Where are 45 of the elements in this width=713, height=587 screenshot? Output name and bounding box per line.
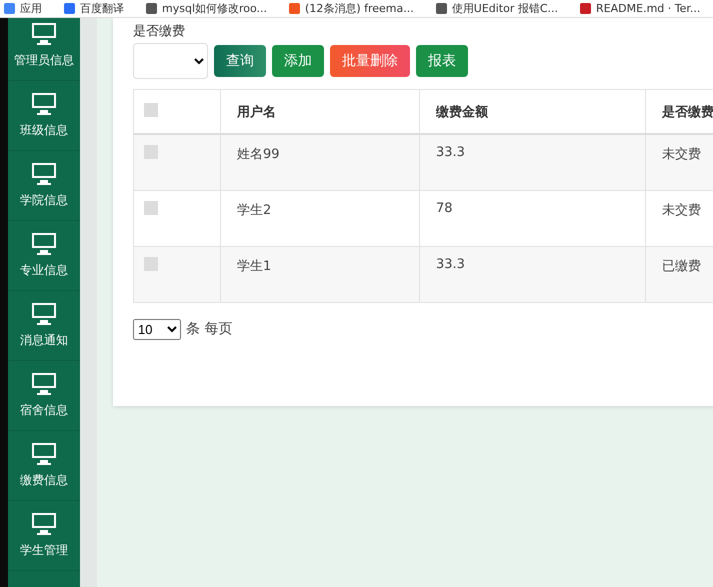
sidebar-label: 消息通知 <box>20 332 68 349</box>
monitor-icon <box>31 92 57 116</box>
monitor-icon <box>31 372 57 396</box>
table-cell: 未交费 <box>662 202 701 218</box>
monitor-icon <box>31 442 57 466</box>
bookmark-link[interactable]: mysql如何修改roo... <box>146 1 268 16</box>
action-button[interactable]: 添加 <box>272 45 324 77</box>
table-cell: 学生1 <box>237 258 272 274</box>
sidebar-label: 班级信息 <box>20 122 68 139</box>
sidebar-label: 学生管理 <box>20 542 68 559</box>
table-cell: 姓名99 <box>237 147 280 162</box>
table-cell: 33.3 <box>436 145 465 160</box>
action-button[interactable]: 查询 <box>214 45 266 77</box>
page-size-label: 条 每页 <box>186 320 232 338</box>
select-all-checkbox[interactable] <box>144 102 158 116</box>
action-button[interactable]: 报表 <box>416 45 468 77</box>
monitor-icon <box>31 512 57 536</box>
table-cell: 学生2 <box>237 202 272 218</box>
bookmark-link[interactable]: (12条消息) freema... <box>289 1 414 16</box>
bookmark-link[interactable]: 百度翻译 <box>64 1 124 16</box>
sidebar-label: 宿舍信息 <box>20 402 68 419</box>
sidebar-label: 管理员信息 <box>14 52 74 69</box>
sidebar-label: 专业信息 <box>20 262 68 279</box>
table-cell: 33.3 <box>436 256 465 272</box>
table-cell: 78 <box>436 200 453 216</box>
filter-label: 是否缴费 <box>133 23 186 40</box>
table-cell: 未交费 <box>662 147 701 162</box>
bookmark-link[interactable]: README.md · Ter... <box>580 2 700 15</box>
row-checkbox[interactable] <box>144 256 158 270</box>
monitor-icon <box>31 232 57 256</box>
sidebar-label: 缴费信息 <box>20 472 68 489</box>
row-checkbox[interactable] <box>144 200 158 214</box>
payment-status-select[interactable] <box>133 43 208 79</box>
sidebar-label: 学院信息 <box>20 192 68 209</box>
column-header: 缴费金额 <box>436 104 488 120</box>
column-header: 用户名 <box>237 104 276 120</box>
monitor-icon <box>31 22 57 46</box>
table-cell: 已缴费 <box>662 258 701 274</box>
row-checkbox[interactable] <box>144 145 158 159</box>
monitor-icon <box>31 302 57 326</box>
bookmark-link[interactable]: 应用 <box>4 1 42 16</box>
page-size-select[interactable]: 10 <box>133 318 181 340</box>
bookmark-link[interactable]: 使用UEditor 报错C... <box>436 1 558 16</box>
action-button[interactable]: 批量删除 <box>330 45 410 77</box>
monitor-icon <box>31 162 57 186</box>
